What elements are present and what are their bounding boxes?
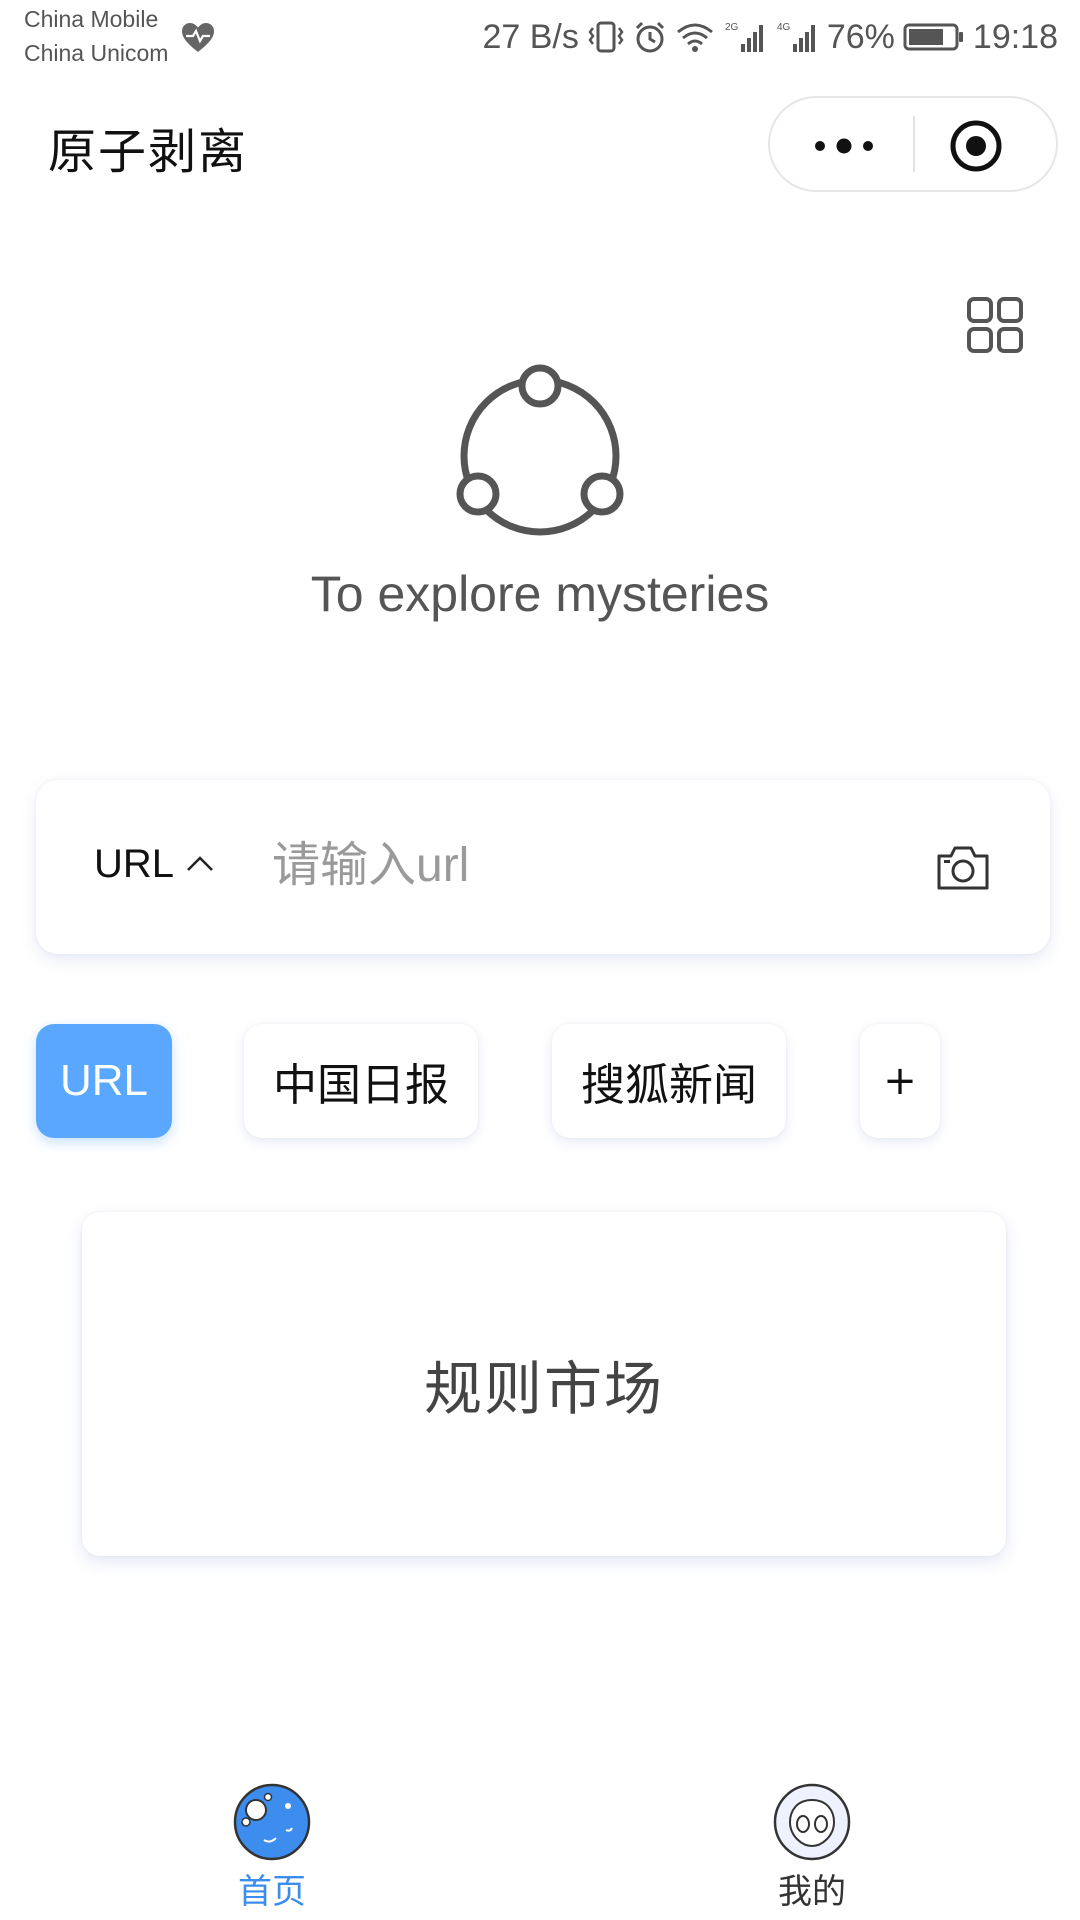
clock: 19:18 bbox=[972, 17, 1058, 56]
heart-rate-icon bbox=[182, 23, 214, 52]
target-icon[interactable] bbox=[948, 118, 1004, 174]
url-type-select[interactable]: URL bbox=[94, 842, 174, 887]
tab-home-label: 首页 bbox=[238, 1872, 306, 1912]
alarm-icon bbox=[635, 21, 664, 53]
battery-percent: 76% bbox=[826, 17, 895, 56]
source-chip-url[interactable]: URL bbox=[36, 1024, 172, 1138]
rule-market-card[interactable]: 规则市场 bbox=[82, 1212, 1006, 1556]
add-source-button[interactable]: + bbox=[860, 1024, 940, 1138]
status-right-group: 27 B/s 2G 4G 76% 19:18 bbox=[482, 14, 1058, 60]
rule-market-label: 规则市场 bbox=[423, 1355, 664, 1423]
status-bar: China Mobile China Unicom 27 B/s 2G 4G 7… bbox=[0, 0, 1080, 78]
search-card: URL bbox=[36, 780, 1050, 954]
svg-text:2G: 2G bbox=[725, 22, 739, 33]
source-chip-sohu-news[interactable]: 搜狐新闻 bbox=[552, 1024, 786, 1138]
source-chip-china-daily[interactable]: 中国日报 bbox=[244, 1024, 478, 1138]
net-speed: 27 B/s bbox=[482, 17, 579, 56]
signal-4g-icon: 4G bbox=[777, 22, 815, 52]
chevron-up-icon[interactable] bbox=[184, 852, 216, 874]
wifi-icon bbox=[676, 23, 713, 52]
planet-icon bbox=[233, 1783, 311, 1861]
carrier-primary: China Mobile bbox=[24, 6, 159, 32]
tab-mine[interactable]: 我的 bbox=[712, 1782, 912, 1913]
capsule-divider bbox=[913, 116, 915, 172]
camera-icon[interactable] bbox=[936, 842, 990, 892]
tab-home[interactable]: 首页 bbox=[172, 1782, 372, 1913]
miniapp-capsule bbox=[768, 96, 1058, 192]
tagline: To explore mysteries bbox=[310, 566, 770, 622]
grid-icon[interactable] bbox=[966, 296, 1024, 354]
svg-text:4G: 4G bbox=[777, 22, 791, 33]
battery-icon bbox=[903, 23, 963, 51]
signal-2g-icon: 2G bbox=[725, 22, 763, 52]
more-dots-icon[interactable] bbox=[806, 126, 882, 166]
share-nodes-icon bbox=[456, 364, 624, 536]
tab-mine-label: 我的 bbox=[778, 1872, 846, 1912]
page-title: 原子剥离 bbox=[48, 124, 249, 180]
alien-face-icon bbox=[773, 1783, 851, 1861]
url-input[interactable] bbox=[272, 830, 912, 900]
vibrate-icon bbox=[588, 21, 624, 53]
carrier-secondary: China Unicom bbox=[24, 40, 169, 66]
